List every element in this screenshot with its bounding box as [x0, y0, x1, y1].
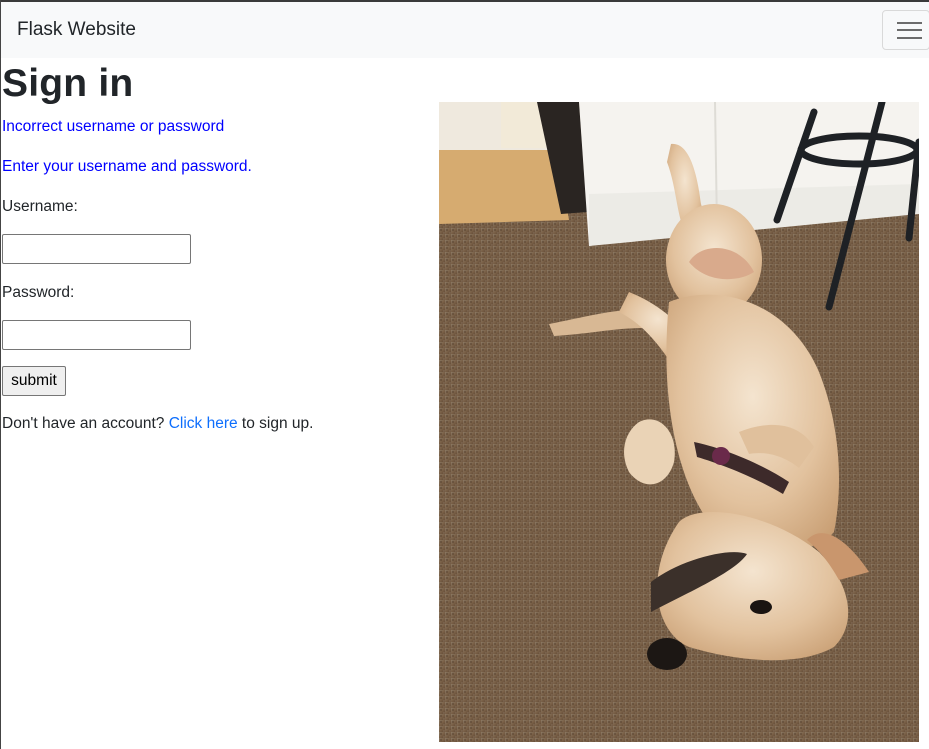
instruction-message: Enter your username and password. — [2, 158, 252, 175]
signup-prompt: Don't have an account? Click here to sig… — [2, 415, 313, 433]
username-input[interactable] — [2, 234, 191, 264]
password-label: Password: — [2, 284, 75, 301]
navbar: Flask Website — [1, 0, 929, 58]
signup-prefix: Don't have an account? — [2, 415, 169, 432]
signup-suffix: to sign up. — [237, 415, 314, 432]
signup-link[interactable]: Click here — [169, 415, 238, 432]
dog-photo — [439, 102, 919, 742]
navbar-brand[interactable]: Flask Website — [17, 19, 136, 41]
username-label: Username: — [2, 198, 78, 215]
navbar-toggle-button[interactable] — [882, 10, 929, 50]
password-input[interactable] — [2, 320, 191, 350]
page-title: Sign in — [2, 62, 134, 105]
submit-button[interactable]: submit — [2, 366, 66, 396]
error-message: Incorrect username or password — [2, 118, 225, 135]
